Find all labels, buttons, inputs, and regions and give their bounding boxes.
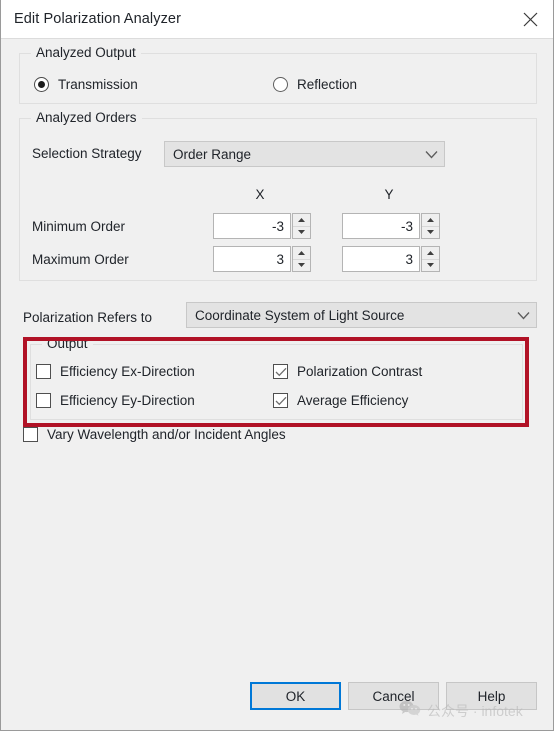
checkbox-efficiency-ex-direction-label: Efficiency Ex-Direction [60,364,195,379]
radio-reflection-indicator [273,77,288,92]
checkbox-average-efficiency-label: Average Efficiency [297,393,409,408]
analyzed-output-legend: Analyzed Output [31,45,141,60]
radio-transmission-label: Transmission [58,77,138,92]
chevron-down-icon [418,150,444,159]
minimum-order-x-value[interactable]: -3 [213,213,291,239]
spinner-up-icon[interactable] [422,247,439,259]
output-legend: Output [42,336,93,351]
cancel-button[interactable]: Cancel [348,682,439,710]
checkbox-vary-wavelength-incident-angles[interactable]: Vary Wavelength and/or Incident Angles [23,427,286,442]
minimum-order-y-stepper[interactable] [421,213,440,239]
spinner-up-icon[interactable] [422,214,439,226]
maximum-order-y-spinner[interactable]: 3 [342,246,440,272]
spinner-down-icon[interactable] [422,258,439,272]
checkbox-indicator [36,364,51,379]
checkbox-indicator [23,427,38,442]
close-button[interactable] [507,0,553,38]
polarization-refers-to-value: Coordinate System of Light Source [195,307,405,323]
radio-transmission[interactable]: Transmission [34,77,138,92]
output-group: Output [30,336,523,420]
checkbox-efficiency-ey-direction[interactable]: Efficiency Ey-Direction [36,393,195,408]
help-button[interactable]: Help [446,682,537,710]
column-header-x: X [255,187,265,202]
minimum-order-y-value[interactable]: -3 [342,213,420,239]
checkbox-efficiency-ey-direction-label: Efficiency Ey-Direction [60,393,195,408]
spinner-down-icon[interactable] [293,258,310,272]
maximum-order-y-stepper[interactable] [421,246,440,272]
maximum-order-x-stepper[interactable] [292,246,311,272]
maximum-order-label: Maximum Order [32,252,129,267]
spinner-up-icon[interactable] [293,247,310,259]
checkbox-polarization-contrast[interactable]: Polarization Contrast [273,364,422,379]
maximum-order-x-spinner[interactable]: 3 [213,246,311,272]
radio-selected-dot [38,81,45,88]
selection-strategy-value: Order Range [173,146,252,162]
minimum-order-y-spinner[interactable]: -3 [342,213,440,239]
checkbox-indicator [273,393,288,408]
selection-strategy-label: Selection Strategy [32,146,142,161]
spinner-up-icon[interactable] [293,214,310,226]
chevron-down-icon [510,311,536,320]
maximum-order-y-value[interactable]: 3 [342,246,420,272]
checkbox-efficiency-ex-direction[interactable]: Efficiency Ex-Direction [36,364,195,379]
title-bar: Edit Polarization Analyzer [1,0,553,39]
checkbox-polarization-contrast-label: Polarization Contrast [297,364,423,379]
checkbox-vary-wavelength-label: Vary Wavelength and/or Incident Angles [47,427,286,442]
minimum-order-label: Minimum Order [32,219,126,234]
close-icon [523,12,538,27]
maximum-order-x-value[interactable]: 3 [213,246,291,272]
checkbox-indicator [36,393,51,408]
window-title: Edit Polarization Analyzer [14,11,182,27]
checkbox-indicator [273,364,288,379]
minimum-order-x-stepper[interactable] [292,213,311,239]
minimum-order-x-spinner[interactable]: -3 [213,213,311,239]
checkmark-icon [275,367,286,376]
radio-transmission-indicator [34,77,49,92]
checkmark-icon [275,396,286,405]
radio-reflection[interactable]: Reflection [273,77,357,92]
selection-strategy-combobox[interactable]: Order Range [164,141,445,167]
polarization-refers-to-label: Polarization Refers to [23,310,153,325]
analyzed-orders-legend: Analyzed Orders [31,110,142,125]
edit-polarization-analyzer-dialog: Edit Polarization Analyzer Analyzed Outp… [0,0,554,731]
ok-button[interactable]: OK [250,682,341,710]
spinner-down-icon[interactable] [422,225,439,239]
checkbox-average-efficiency[interactable]: Average Efficiency [273,393,408,408]
polarization-refers-to-combobox[interactable]: Coordinate System of Light Source [186,302,537,328]
column-header-y: Y [384,187,394,202]
spinner-down-icon[interactable] [293,225,310,239]
radio-reflection-label: Reflection [297,77,358,92]
